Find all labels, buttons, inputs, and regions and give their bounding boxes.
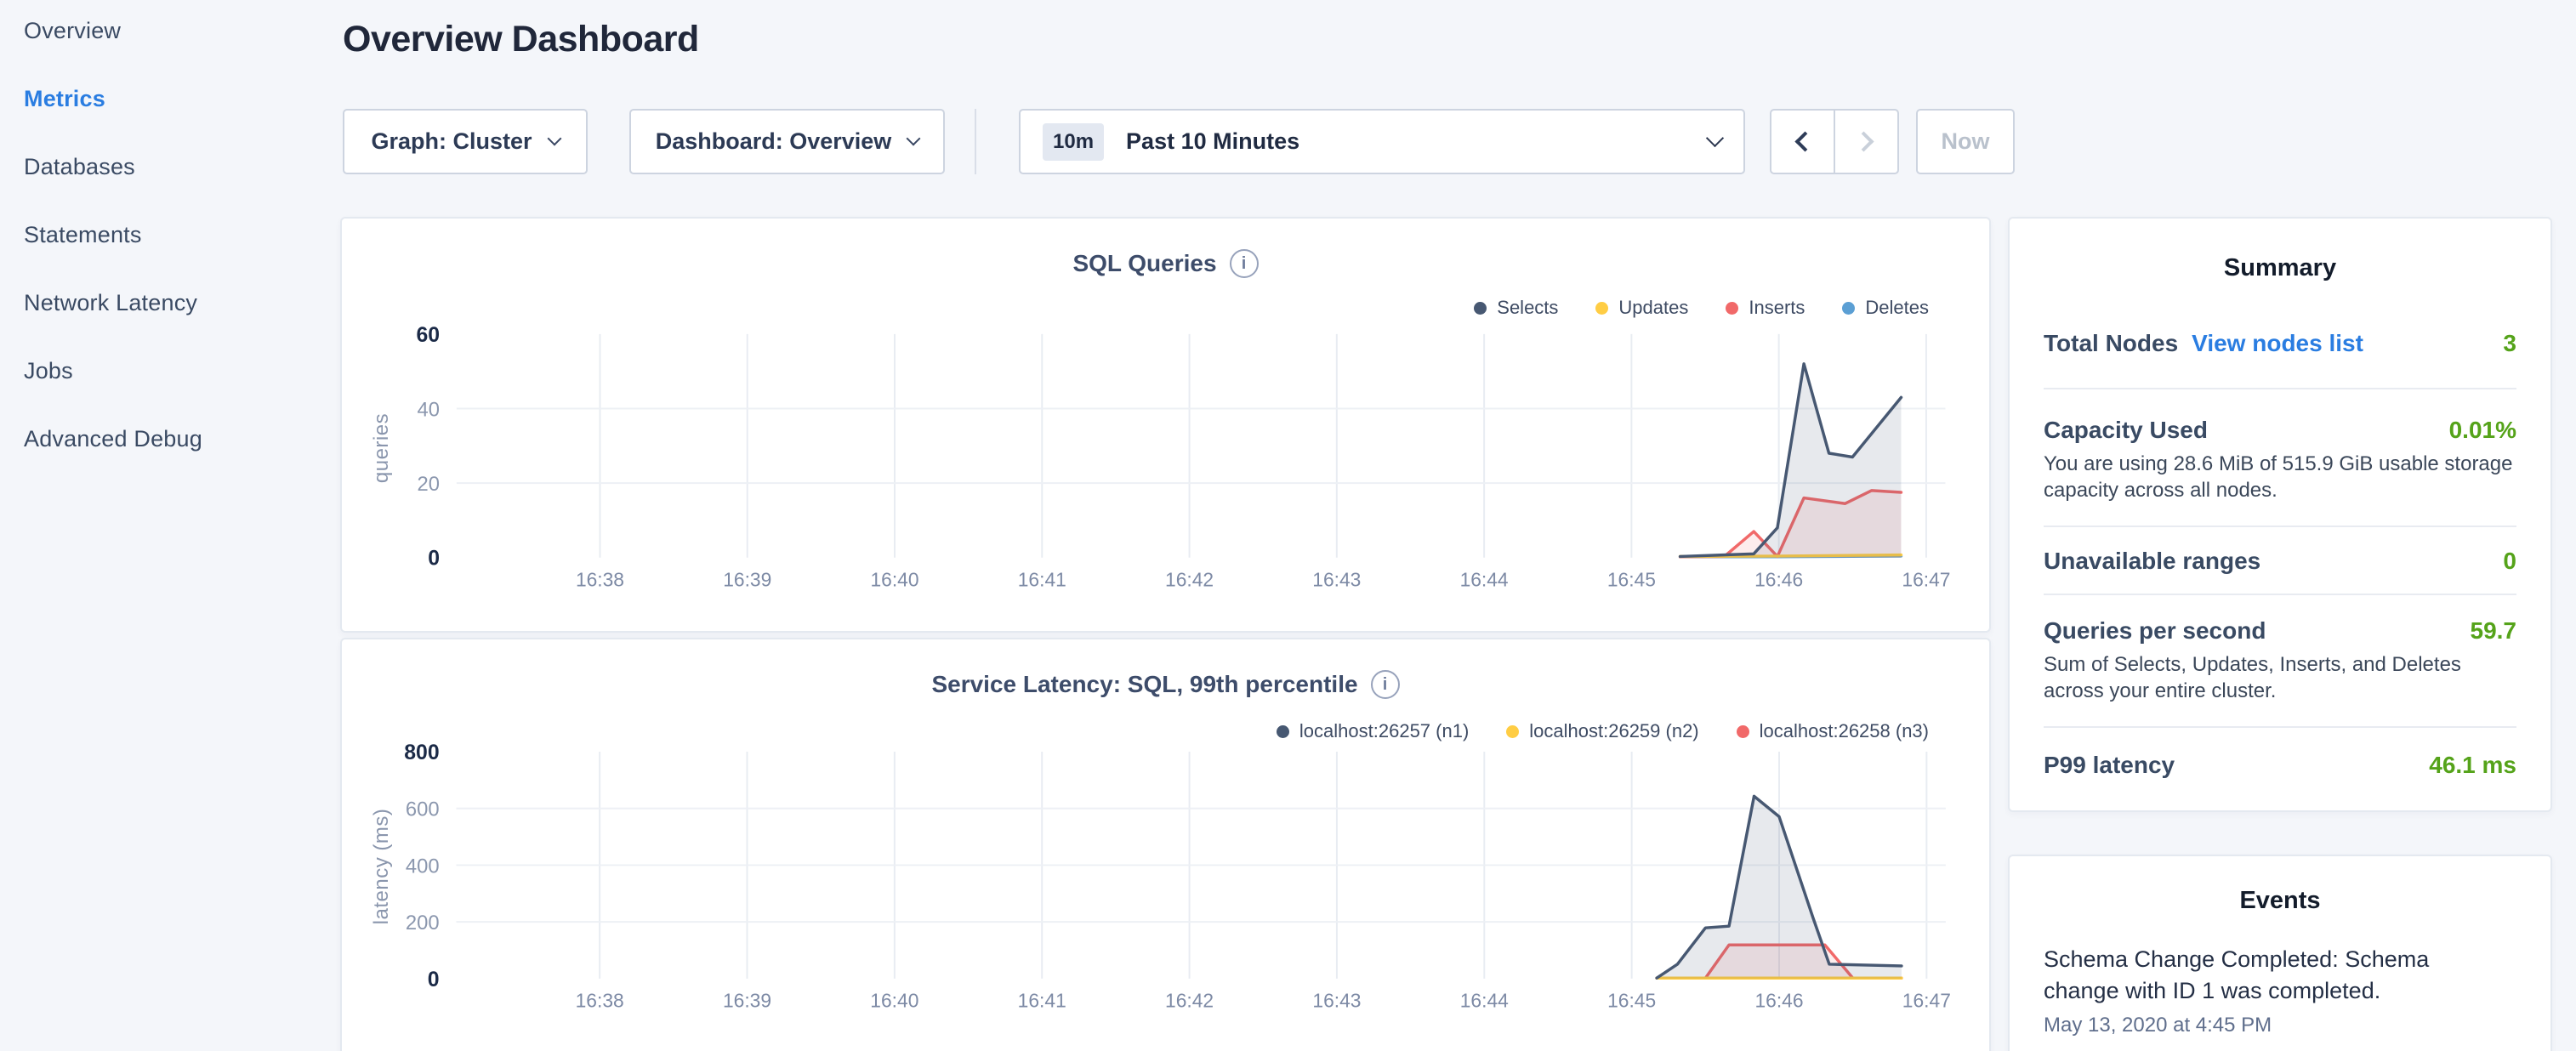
app-root: Overview Metrics Databases Statements Ne… — [0, 0, 2576, 1051]
chart-plot: 16:38 16:39 16:40 16:41 16:42 16:43 16:44 16:45… — [342, 219, 1989, 631]
x-tick-label: 16:38 — [576, 568, 624, 590]
summary-row-total-nodes: Total Nodes View nodes list 3 — [2044, 282, 2516, 389]
sidebar-item-statements[interactable]: Statements — [24, 224, 340, 247]
summary-value: 59.7 — [2471, 617, 2517, 645]
x-tick-label: 16:46 — [1754, 568, 1803, 590]
y-tick-label: 40 — [418, 398, 440, 421]
x-tick-label: 16:43 — [1312, 990, 1361, 1012]
page-title: Overview Dashboard — [343, 19, 699, 60]
chevron-down-icon — [547, 132, 561, 146]
x-tick-label: 16:44 — [1460, 568, 1509, 590]
x-tick-label: 16:40 — [870, 990, 918, 1012]
summary-row-p99-latency: P99 latency 46.1 ms — [2044, 728, 2516, 813]
event-timestamp: May 13, 2020 at 4:45 PM — [2044, 1014, 2516, 1037]
time-range-picker[interactable]: 10m Past 10 Minutes — [1019, 109, 1745, 174]
summary-row-capacity-used: Capacity Used 0.01% You are using 28.6 M… — [2044, 389, 2516, 527]
summary-value: 0 — [2503, 548, 2516, 575]
sidebar-item-overview[interactable]: Overview — [24, 20, 340, 43]
graph-scope-dropdown[interactable]: Graph: Cluster — [343, 109, 588, 174]
y-tick-label: 60 — [416, 324, 440, 347]
time-range-badge: 10m — [1043, 123, 1104, 161]
chevron-down-icon — [1706, 129, 1724, 147]
sidebar-item-network-latency[interactable]: Network Latency — [24, 292, 340, 315]
chevron-right-icon — [1853, 131, 1874, 151]
summary-title: Summary — [2010, 219, 2550, 282]
x-tick-label: 16:43 — [1312, 568, 1361, 590]
dashboard-dropdown[interactable]: Dashboard: Overview — [629, 109, 945, 174]
sql-queries-chart-card: SQL Queries i SelectsUpdatesInsertsDelet… — [340, 217, 1991, 633]
time-range-label: Past 10 Minutes — [1126, 128, 1299, 155]
x-tick-label: 16:45 — [1607, 990, 1656, 1012]
x-tick-label: 16:42 — [1165, 568, 1214, 590]
x-tick-label: 16:42 — [1165, 990, 1214, 1012]
x-tick-label: 16:45 — [1607, 568, 1656, 590]
sidebar: Overview Metrics Databases Statements Ne… — [0, 0, 340, 1051]
chart-series-localhost:26257 (n1) — [1657, 796, 1902, 979]
controls-divider — [975, 109, 976, 174]
summary-description: Sum of Selects, Updates, Inserts, and De… — [2044, 651, 2516, 704]
y-tick-label: 600 — [406, 798, 440, 821]
x-tick-label: 16:39 — [723, 568, 771, 590]
summary-panel: Summary Total Nodes View nodes list 3 Ca… — [2008, 217, 2552, 812]
x-tick-label: 16:41 — [1018, 568, 1066, 590]
chart-plot: 16:38 16:39 16:40 16:41 16:42 16:43 16:44 16:45… — [342, 639, 1989, 1051]
chevron-down-icon — [907, 132, 921, 146]
summary-label: Queries per second — [2044, 617, 2266, 645]
y-tick-label: 20 — [418, 473, 440, 496]
event-message: Schema Change Completed: Schema change w… — [2044, 944, 2452, 1007]
x-tick-label: 16:46 — [1754, 990, 1803, 1012]
sidebar-item-metrics[interactable]: Metrics — [24, 88, 340, 111]
sidebar-item-advanced-debug[interactable]: Advanced Debug — [24, 428, 340, 451]
time-step-buttons — [1770, 109, 1899, 174]
summary-value: 3 — [2503, 330, 2516, 357]
controls-bar: Graph: Cluster Dashboard: Overview 10m P… — [343, 109, 2015, 174]
y-tick-label: 800 — [404, 741, 439, 764]
y-tick-label: 0 — [428, 969, 440, 991]
graph-scope-label: Graph: Cluster — [371, 128, 532, 155]
summary-description: You are using 28.6 MiB of 515.9 GiB usab… — [2044, 451, 2516, 503]
x-tick-label: 16:44 — [1460, 990, 1509, 1012]
x-tick-label: 16:38 — [576, 990, 624, 1012]
x-tick-label: 16:47 — [1902, 990, 1951, 1012]
summary-label: Capacity Used — [2044, 417, 2208, 444]
chart-grid — [457, 334, 1946, 558]
sidebar-item-databases[interactable]: Databases — [24, 156, 340, 179]
x-tick-label: 16:47 — [1902, 568, 1950, 590]
summary-label: P99 latency — [2044, 752, 2175, 779]
summary-row-queries-per-second: Queries per second 59.7 Sum of Selects, … — [2044, 595, 2516, 728]
events-title: Events — [2010, 856, 2550, 915]
events-panel: Events Schema Change Completed: Schema c… — [2008, 855, 2552, 1051]
summary-label: Unavailable ranges — [2044, 548, 2260, 575]
summary-row-unavailable-ranges: Unavailable ranges 0 — [2044, 527, 2516, 595]
view-nodes-list-link[interactable]: View nodes list — [2192, 330, 2363, 357]
time-step-forward-button[interactable] — [1835, 111, 1897, 173]
y-tick-label: 400 — [406, 855, 440, 878]
chart-series-Selects — [1680, 364, 1902, 558]
chevron-left-icon — [1794, 131, 1815, 151]
x-tick-label: 16:41 — [1018, 990, 1066, 1012]
now-button[interactable]: Now — [1916, 109, 2015, 174]
summary-value: 0.01% — [2449, 417, 2516, 444]
y-tick-label: 200 — [406, 912, 440, 935]
summary-label: Total Nodes — [2044, 330, 2178, 357]
x-tick-label: 16:39 — [723, 990, 771, 1012]
x-tick-label: 16:40 — [870, 568, 918, 590]
summary-value: 46.1 ms — [2429, 752, 2516, 779]
time-step-back-button[interactable] — [1771, 111, 1835, 173]
y-tick-label: 0 — [428, 548, 440, 571]
sidebar-item-jobs[interactable]: Jobs — [24, 360, 340, 383]
dashboard-label: Dashboard: Overview — [656, 128, 892, 155]
service-latency-chart-card: Service Latency: SQL, 99th percentile i … — [340, 638, 1991, 1051]
